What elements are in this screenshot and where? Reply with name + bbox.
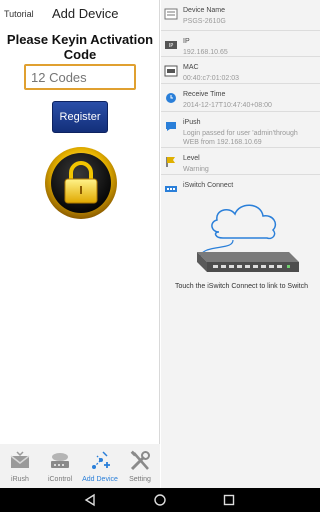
info-row-mac: MAC 00:40:c7:01:02:03: [161, 57, 320, 84]
bottom-nav: iRush iControl Add Device Setting: [0, 444, 160, 488]
lock-icon: [45, 147, 117, 219]
nav-icontrol[interactable]: iControl: [42, 450, 78, 488]
info-label: iPush: [183, 119, 201, 126]
tools-icon: [130, 450, 150, 471]
mac-icon: [164, 65, 178, 77]
activation-code-input[interactable]: [24, 64, 136, 90]
nav-setting[interactable]: Setting: [122, 450, 158, 488]
heading-line-1: Please Keyin Activation: [6, 32, 154, 47]
activation-heading: Please Keyin Activation Code: [4, 32, 156, 62]
info-label: MAC: [183, 64, 199, 71]
info-label: Receive Time: [183, 91, 226, 98]
mail-icon: [10, 451, 30, 468]
home-icon[interactable]: [153, 493, 167, 507]
flag-icon: [166, 157, 175, 167]
info-value: 00:40:c7:01:02:03: [183, 75, 240, 82]
tutorial-link[interactable]: Tutorial: [4, 9, 34, 19]
device-info-panel: Device Name PSGS-2610G IP IP 192.168.10.…: [161, 0, 320, 488]
svg-text:IP: IP: [169, 43, 174, 49]
device-icon: [164, 8, 178, 20]
clock-icon: [166, 93, 176, 103]
info-row-device-name: Device Name PSGS-2610G: [161, 0, 320, 31]
info-label: Level: [183, 155, 200, 162]
router-icon: [51, 453, 69, 468]
info-value: PSGS-2610G: [183, 18, 226, 25]
info-label: Device Name: [183, 7, 226, 14]
info-row-level: Level Warning: [161, 148, 320, 175]
info-row-receive-time: Receive Time 2014-12-17T10:47:40+08:00: [161, 84, 320, 112]
system-nav-bar: [0, 488, 320, 512]
recents-icon[interactable]: [222, 493, 236, 507]
ip-icon: IP: [165, 41, 177, 49]
nav-add-device[interactable]: Add Device: [82, 450, 118, 488]
info-value: Warning: [183, 166, 209, 173]
nav-label-icontrol: iControl: [47, 476, 73, 483]
back-icon[interactable]: [83, 493, 97, 507]
add-device-panel: Tutorial Add Device Please Keyin Activat…: [0, 0, 160, 488]
push-icon: [166, 122, 176, 131]
nav-irush[interactable]: iRush: [2, 450, 38, 488]
nav-label-setting: Setting: [129, 476, 151, 483]
info-value: 2014-12-17T10:47:40+08:00: [183, 102, 272, 109]
info-value: 192.168.10.65: [183, 49, 228, 56]
register-button[interactable]: Register: [52, 101, 108, 133]
info-label: iSwitch Connect: [183, 182, 234, 189]
nav-label-irush: iRush: [11, 476, 29, 483]
nav-label-add-device: Add Device: [82, 476, 118, 483]
switch-icon: [165, 186, 177, 192]
top-bar: Tutorial Add Device: [0, 0, 160, 28]
info-row-ip: IP IP 192.168.10.65: [161, 31, 320, 57]
info-row-ipush: iPush Login passed for user 'admin'throu…: [161, 112, 320, 148]
heading-line-2: Code: [63, 47, 97, 62]
info-value: Login passed for user 'admin'through WEB…: [183, 130, 298, 146]
app-screen: Tutorial Add Device Please Keyin Activat…: [0, 0, 320, 512]
connect-caption: Touch the iSwitch Connect to link to Swi…: [174, 283, 309, 290]
add-device-icon: [92, 451, 110, 469]
page-title: Add Device: [52, 6, 119, 21]
switch-cloud-illustration[interactable]: [189, 192, 309, 282]
info-label: IP: [183, 38, 190, 45]
